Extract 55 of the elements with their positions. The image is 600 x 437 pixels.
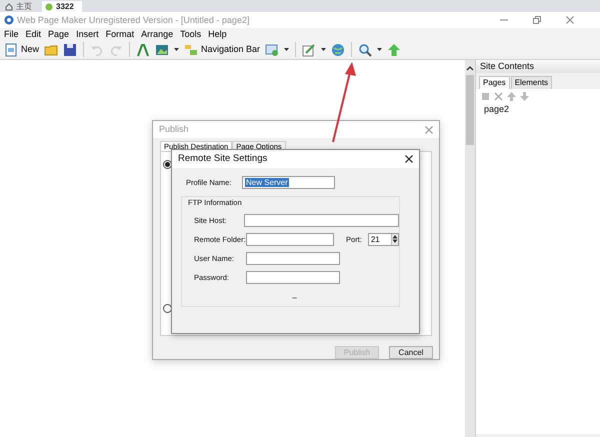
new-page-button[interactable]: New bbox=[3, 41, 40, 58]
restore-icon[interactable] bbox=[533, 16, 541, 24]
caret-icon[interactable] bbox=[377, 48, 382, 51]
menu-item[interactable]: Page bbox=[48, 28, 70, 40]
menu-item[interactable]: Arrange bbox=[141, 28, 174, 40]
profile-name-field[interactable]: New Server bbox=[242, 176, 335, 189]
move-down-icon[interactable] bbox=[520, 92, 529, 101]
text-field[interactable] bbox=[246, 233, 334, 246]
page-tree-item[interactable]: page2 bbox=[484, 104, 600, 114]
folder-icon[interactable] bbox=[44, 42, 58, 56]
close-icon[interactable] bbox=[405, 155, 413, 163]
site-icon bbox=[45, 2, 53, 10]
scrollbar-thumb[interactable] bbox=[466, 75, 474, 145]
dialog-button[interactable]: Cancel bbox=[389, 346, 433, 359]
panel-title: Site Contents bbox=[480, 61, 534, 72]
menu-item[interactable]: Insert bbox=[76, 28, 99, 40]
upload-arrow-icon[interactable] bbox=[387, 42, 402, 56]
caret-icon[interactable] bbox=[321, 48, 326, 51]
navigation-bar-icon bbox=[184, 42, 198, 56]
text-field[interactable] bbox=[246, 252, 340, 265]
form-icon[interactable] bbox=[265, 42, 280, 56]
zoom-icon[interactable] bbox=[358, 42, 372, 56]
text-field[interactable] bbox=[244, 214, 399, 227]
window-title: Web Page Maker Unregistered Version - [Untitled - page2] bbox=[17, 14, 250, 26]
scroll-up-icon[interactable] bbox=[466, 66, 474, 71]
menu-item[interactable]: Tools bbox=[180, 28, 202, 40]
menu-item[interactable]: Format bbox=[106, 28, 134, 40]
dialog-title: Remote Site Settings bbox=[178, 153, 268, 165]
menu-item[interactable]: Help bbox=[208, 28, 227, 40]
dialog-title: Publish bbox=[159, 124, 189, 135]
text-icon[interactable] bbox=[136, 42, 150, 56]
image-icon[interactable] bbox=[155, 42, 170, 56]
caret-icon[interactable] bbox=[174, 48, 180, 51]
menu-item[interactable]: Edit bbox=[26, 28, 42, 40]
status-text: – bbox=[291, 293, 298, 303]
text-field[interactable] bbox=[246, 271, 340, 284]
caret-icon[interactable] bbox=[284, 48, 290, 51]
port-spinner[interactable]: 21 bbox=[368, 233, 399, 246]
home-icon bbox=[5, 2, 13, 10]
page-icon[interactable] bbox=[481, 92, 490, 101]
new-page-icon bbox=[4, 42, 18, 56]
app-icon bbox=[4, 15, 14, 25]
browser-tab[interactable]: 主页 bbox=[2, 1, 40, 12]
pen-icon[interactable] bbox=[302, 42, 316, 56]
move-up-icon[interactable] bbox=[507, 92, 516, 101]
panel-tab[interactable]: Elements bbox=[510, 76, 552, 89]
spin-down-icon[interactable] bbox=[392, 239, 398, 244]
delete-icon[interactable] bbox=[494, 92, 503, 101]
panel-tab[interactable]: Pages bbox=[479, 76, 510, 89]
spin-up-icon[interactable] bbox=[392, 234, 398, 239]
menu-item[interactable]: File bbox=[4, 28, 19, 40]
browser-tab[interactable]: 3322 bbox=[42, 1, 82, 12]
save-icon[interactable] bbox=[63, 42, 78, 56]
globe-icon[interactable] bbox=[331, 42, 346, 56]
navigation-bar-button[interactable]: Navigation Bar bbox=[183, 41, 262, 58]
